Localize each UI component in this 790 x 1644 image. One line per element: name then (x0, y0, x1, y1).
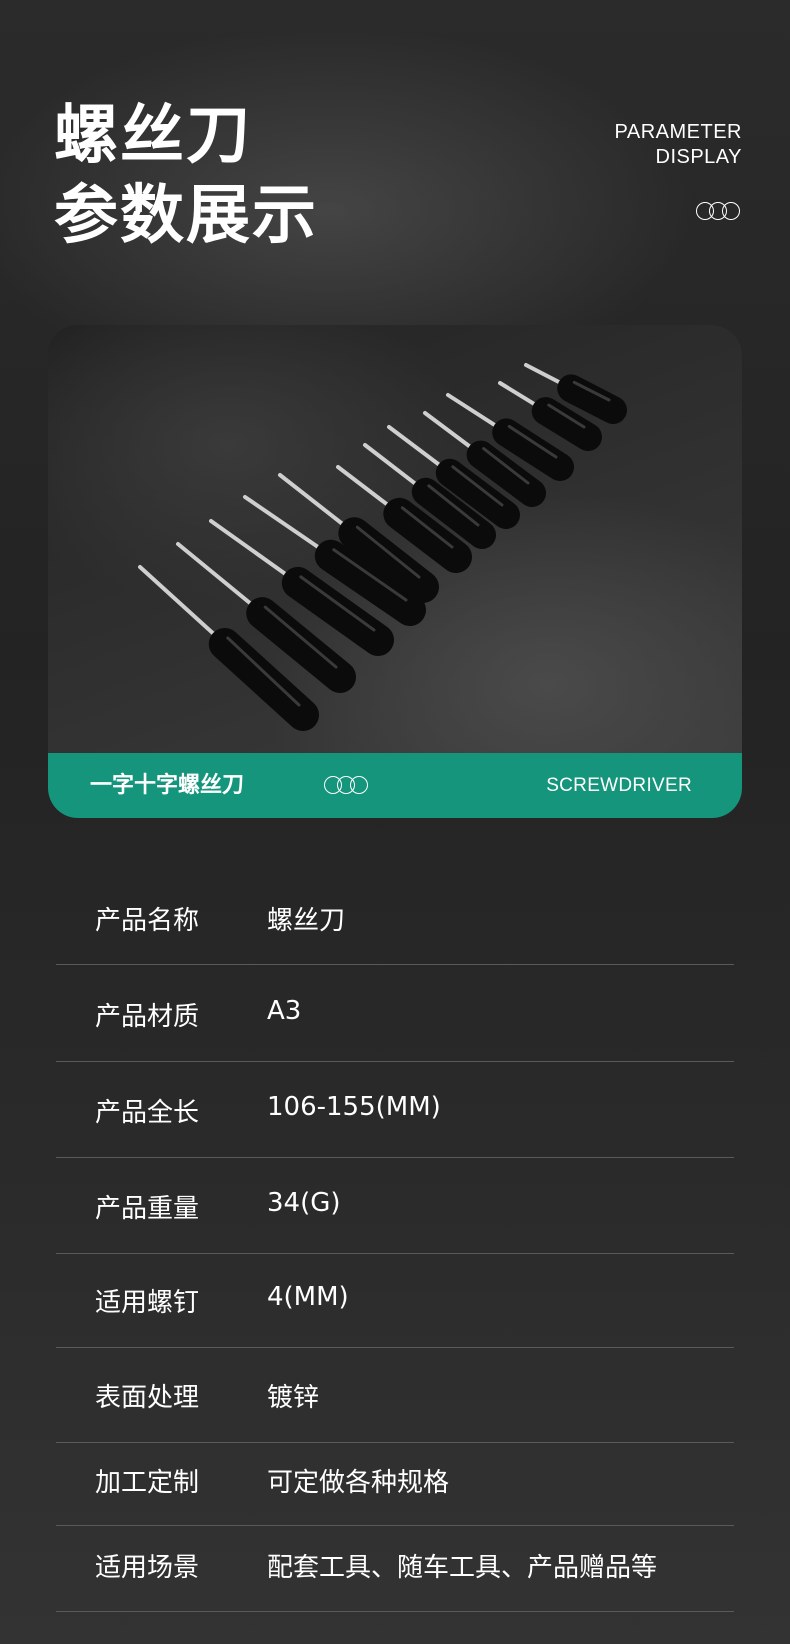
spec-key: 表面处理 (95, 1383, 200, 1413)
spec-key: 产品材质 (95, 1002, 200, 1032)
title-line-1: 螺丝刀 (54, 99, 252, 173)
spec-row: 表面处理 镀锌 (56, 1348, 734, 1443)
spec-value: 4(MM) (267, 1282, 349, 1312)
banner-en-label: SCREWDRIVER (546, 775, 692, 796)
screwdriver-set-photo (48, 325, 742, 753)
page-title: 螺丝刀 参数展示 (54, 96, 318, 256)
english-heading-line-2: DISPLAY (655, 146, 742, 168)
spec-value: 106-155(MM) (267, 1092, 441, 1122)
product-card: 一字十字螺丝刀 SCREWDRIVER (48, 325, 742, 818)
title-line-2: 参数展示 (54, 179, 318, 253)
spec-key: 加工定制 (95, 1468, 200, 1498)
spec-row: 产品全长 106-155(MM) (56, 1062, 734, 1158)
spec-key: 适用螺钉 (95, 1288, 200, 1318)
spec-row: 产品重量 34(G) (56, 1158, 734, 1254)
spec-key: 适用场景 (95, 1553, 200, 1583)
spec-value: A3 (267, 996, 302, 1026)
spec-key: 产品重量 (95, 1194, 200, 1224)
english-heading-line-1: PARAMETER (614, 121, 742, 143)
rings-decoration-icon (324, 776, 368, 794)
banner-cn-label: 一字十字螺丝刀 (90, 773, 245, 798)
rings-decoration-icon (696, 202, 740, 220)
product-banner: 一字十字螺丝刀 SCREWDRIVER (48, 753, 742, 818)
spec-key: 产品全长 (95, 1098, 200, 1128)
spec-value: 可定做各种规格 (267, 1468, 450, 1498)
spec-key: 产品名称 (95, 906, 200, 936)
spec-row: 适用螺钉 4(MM) (56, 1254, 734, 1348)
english-heading: PARAMETER DISPLAY (615, 120, 742, 170)
product-detail-page: 螺丝刀 参数展示 PARAMETER DISPLAY 一字十字螺丝刀 SCREW… (0, 0, 790, 1644)
spec-row: 产品材质 A3 (56, 965, 734, 1062)
spec-value: 螺丝刀 (267, 906, 346, 936)
spec-row: 加工定制 可定做各种规格 (56, 1443, 734, 1526)
spec-value: 配套工具、随车工具、产品赠品等 (267, 1553, 658, 1583)
spec-row: 产品名称 螺丝刀 (56, 862, 734, 965)
spec-value: 镀锌 (267, 1383, 320, 1413)
spec-value: 34(G) (267, 1188, 341, 1218)
spec-row: 适用场景 配套工具、随车工具、产品赠品等 (56, 1526, 734, 1612)
